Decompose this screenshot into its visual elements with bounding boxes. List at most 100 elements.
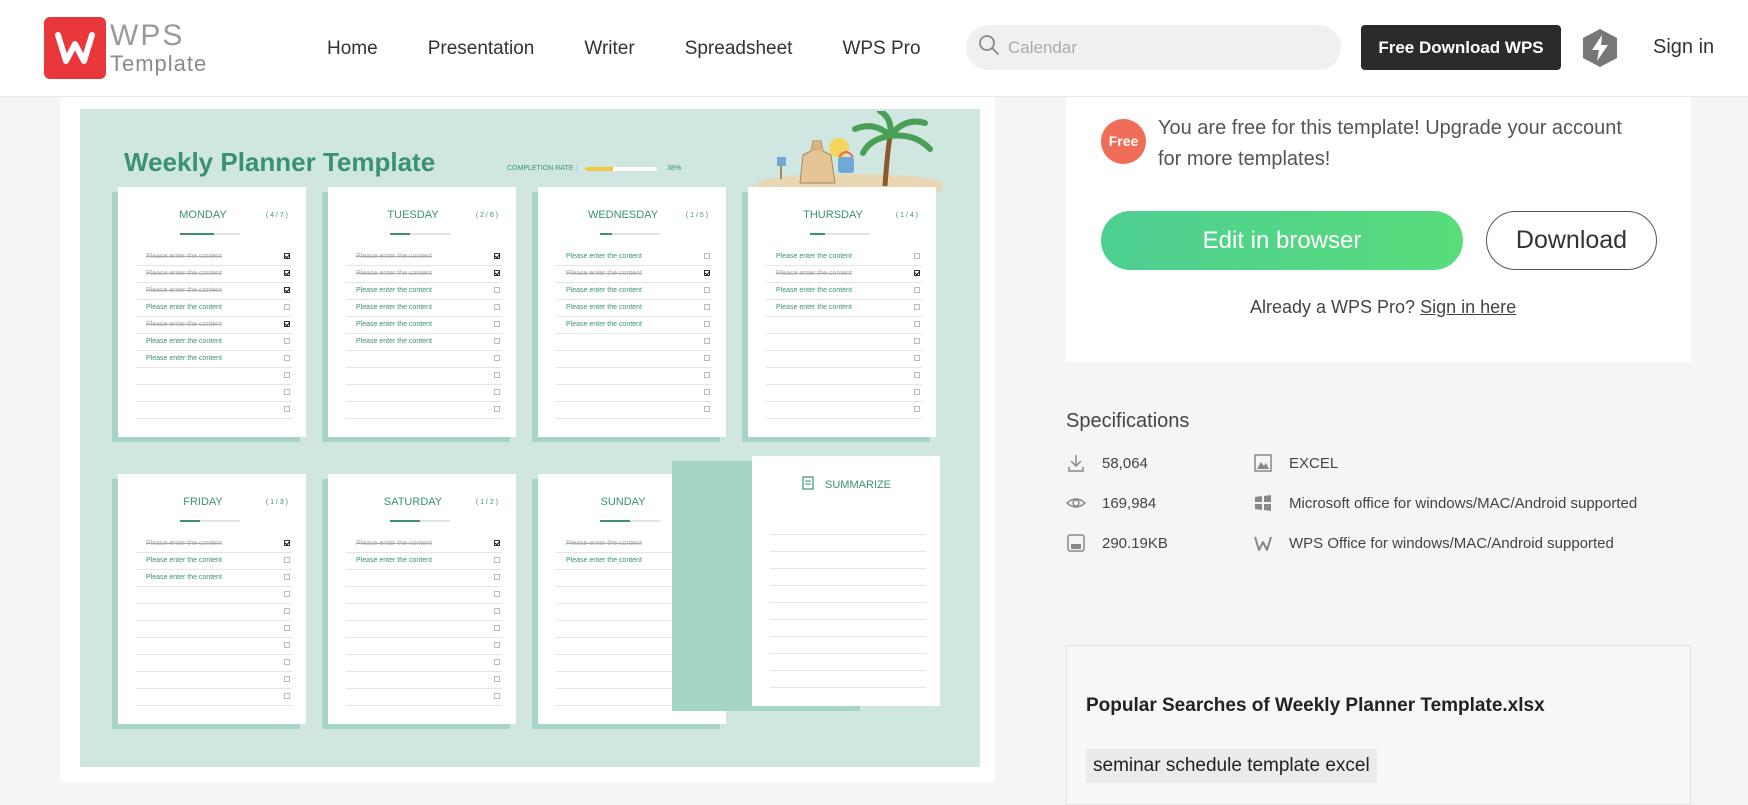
edit-in-browser-button[interactable]: Edit in browser bbox=[1101, 211, 1463, 270]
task-text: Please enter the content bbox=[566, 557, 642, 564]
checkbox-icon bbox=[704, 338, 710, 344]
day-card-saturday: SATURDAY ( 1 / 2 ) Please enter the conten… bbox=[328, 474, 516, 724]
completion-label: COMPLETION RATE : bbox=[507, 165, 578, 172]
nav-spreadsheet[interactable]: Spreadsheet bbox=[685, 38, 793, 60]
task-row bbox=[556, 385, 712, 402]
task-text: Please enter the content bbox=[776, 270, 852, 277]
day-count: ( 4 / 7 ) bbox=[265, 212, 288, 219]
checked-checkbox-icon bbox=[284, 270, 290, 276]
task-row bbox=[136, 587, 292, 604]
task-row bbox=[346, 604, 502, 621]
search-input[interactable] bbox=[1008, 37, 1328, 58]
checkbox-icon bbox=[704, 355, 710, 361]
completion-rate: COMPLETION RATE : 38% bbox=[507, 165, 681, 172]
nav-wps-pro[interactable]: WPS Pro bbox=[842, 38, 920, 60]
checkbox-icon bbox=[914, 253, 920, 259]
logo-wordmark: WPS bbox=[110, 19, 185, 52]
task-text: Please enter the content bbox=[356, 321, 432, 328]
preview-title: Weekly Planner Template bbox=[124, 147, 436, 177]
task-row: Please enter the content bbox=[136, 536, 292, 553]
checkbox-icon bbox=[284, 304, 290, 310]
popular-search-tag[interactable]: seminar schedule template excel bbox=[1086, 749, 1377, 783]
checkbox-icon bbox=[704, 372, 710, 378]
lightning-bolt-icon[interactable] bbox=[1581, 28, 1619, 68]
task-row bbox=[346, 689, 502, 706]
checkbox-icon bbox=[494, 574, 500, 580]
task-row bbox=[346, 570, 502, 587]
notepad-icon bbox=[802, 476, 814, 493]
checked-checkbox-icon bbox=[284, 253, 290, 259]
checkbox-icon bbox=[494, 693, 500, 699]
day-progress-bar bbox=[390, 520, 450, 522]
task-row: Please enter the content bbox=[136, 300, 292, 317]
task-row bbox=[346, 672, 502, 689]
format-value: EXCEL bbox=[1289, 454, 1339, 472]
task-row bbox=[766, 402, 922, 419]
task-row bbox=[766, 334, 922, 351]
task-text: Please enter the content bbox=[146, 321, 222, 328]
checkbox-icon bbox=[284, 389, 290, 395]
checkbox-icon bbox=[914, 355, 920, 361]
task-row: Please enter the content bbox=[346, 334, 502, 351]
template-preview-image: Weekly Planner Template COMPLETION RATE … bbox=[80, 109, 980, 767]
task-row bbox=[346, 638, 502, 655]
nav-home[interactable]: Home bbox=[327, 38, 378, 60]
task-row bbox=[766, 385, 922, 402]
beach-illustration bbox=[758, 111, 942, 191]
checkbox-icon bbox=[494, 389, 500, 395]
sign-in-here-link[interactable]: Sign in here bbox=[1420, 297, 1516, 317]
checkbox-icon bbox=[494, 338, 500, 344]
checkbox-icon bbox=[494, 642, 500, 648]
checkbox-icon bbox=[494, 355, 500, 361]
checkbox-icon bbox=[494, 659, 500, 665]
checked-checkbox-icon bbox=[914, 270, 920, 276]
free-badge: Free bbox=[1101, 119, 1146, 164]
nav-presentation[interactable]: Presentation bbox=[428, 38, 535, 60]
checkbox-icon bbox=[704, 321, 710, 327]
task-row bbox=[136, 368, 292, 385]
sign-in-link[interactable]: Sign in bbox=[1653, 36, 1714, 59]
search-box[interactable] bbox=[966, 25, 1341, 70]
checkbox-icon bbox=[494, 625, 500, 631]
task-row: Please enter the content bbox=[346, 300, 502, 317]
specifications-title: Specifications bbox=[1066, 410, 1190, 432]
task-row bbox=[136, 402, 292, 419]
checkbox-icon bbox=[494, 304, 500, 310]
day-card-monday: MONDAY ( 4 / 7 ) Please enter the content P… bbox=[118, 187, 306, 437]
day-progress-fill bbox=[600, 233, 612, 235]
wps-template-logo[interactable]: WPS Template bbox=[44, 17, 207, 79]
task-row bbox=[346, 621, 502, 638]
task-row: Please enter the content bbox=[136, 351, 292, 368]
task-text: Please enter the content bbox=[146, 355, 222, 362]
free-download-wps-button[interactable]: Free Download WPS bbox=[1361, 25, 1561, 70]
spec-format: EXCEL bbox=[1253, 453, 1338, 473]
wps-support-value: WPS Office for windows/MAC/Android suppo… bbox=[1289, 534, 1614, 552]
search-icon bbox=[978, 34, 1000, 61]
task-text: Please enter the content bbox=[566, 287, 642, 294]
completion-bar bbox=[585, 166, 658, 171]
day-card-wednesday: WEDNESDAY ( 1 / 5 ) Please enter the conte… bbox=[538, 187, 726, 437]
download-button[interactable]: Download bbox=[1486, 211, 1657, 270]
checkbox-icon bbox=[914, 338, 920, 344]
task-row bbox=[556, 351, 712, 368]
task-row bbox=[136, 655, 292, 672]
day-progress-fill bbox=[390, 520, 420, 522]
completion-bar-fill bbox=[585, 166, 613, 171]
checkbox-icon bbox=[284, 625, 290, 631]
task-row: Please enter the content bbox=[136, 249, 292, 266]
nav-writer[interactable]: Writer bbox=[584, 38, 634, 60]
checkbox-icon bbox=[284, 355, 290, 361]
checkbox-icon bbox=[494, 287, 500, 293]
task-row: Please enter the content bbox=[136, 317, 292, 334]
ms-support-value: Microsoft office for windows/MAC/Android… bbox=[1289, 494, 1638, 512]
file-size-icon bbox=[1066, 533, 1086, 553]
task-text: Please enter the content bbox=[356, 287, 432, 294]
task-text: Please enter the content bbox=[356, 270, 432, 277]
task-text: Please enter the content bbox=[776, 304, 852, 311]
checkbox-icon bbox=[914, 321, 920, 327]
eye-icon bbox=[1066, 493, 1086, 513]
task-row: Please enter the content bbox=[346, 536, 502, 553]
checkbox-icon bbox=[494, 557, 500, 563]
popular-searches-title: Popular Searches of Weekly Planner Templ… bbox=[1086, 695, 1545, 716]
day-progress-fill bbox=[600, 520, 630, 522]
